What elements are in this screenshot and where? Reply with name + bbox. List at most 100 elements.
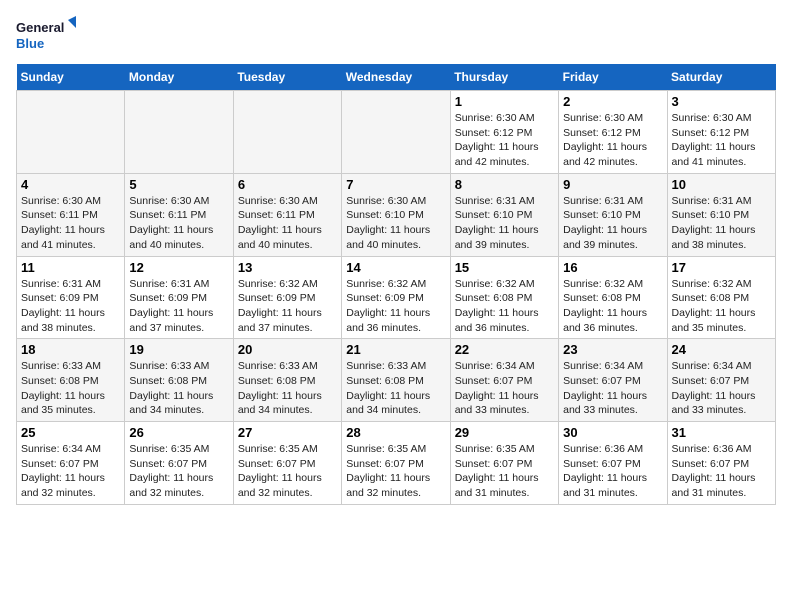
- day-number: 2: [563, 94, 662, 109]
- header-thursday: Thursday: [450, 64, 558, 91]
- day-info: Sunrise: 6:34 AMSunset: 6:07 PMDaylight:…: [563, 359, 662, 418]
- day-info: Sunrise: 6:31 AMSunset: 6:09 PMDaylight:…: [129, 277, 228, 336]
- day-info: Sunrise: 6:31 AMSunset: 6:10 PMDaylight:…: [563, 194, 662, 253]
- calendar-cell: 31 Sunrise: 6:36 AMSunset: 6:07 PMDayligh…: [667, 422, 775, 505]
- calendar-cell: 13 Sunrise: 6:32 AMSunset: 6:09 PMDayligh…: [233, 256, 341, 339]
- day-number: 22: [455, 342, 554, 357]
- day-info: Sunrise: 6:32 AMSunset: 6:08 PMDaylight:…: [563, 277, 662, 336]
- calendar-cell: 29Sunrise: 6:35 AMSunset: 6:07 PMDayligh…: [450, 422, 558, 505]
- calendar-cell: 30 Sunrise: 6:36 AMSunset: 6:07 PMDayligh…: [559, 422, 667, 505]
- day-number: 5: [129, 177, 228, 192]
- header-monday: Monday: [125, 64, 233, 91]
- calendar-cell: 14 Sunrise: 6:32 AMSunset: 6:09 PMDayligh…: [342, 256, 450, 339]
- day-info: Sunrise: 6:34 AMSunset: 6:07 PMDaylight:…: [21, 442, 120, 501]
- calendar-cell: 15 Sunrise: 6:32 AMSunset: 6:08 PMDayligh…: [450, 256, 558, 339]
- calendar-cell: 3 Sunrise: 6:30 AMSunset: 6:12 PMDaylight…: [667, 91, 775, 174]
- day-number: 24: [672, 342, 771, 357]
- calendar-cell: 17 Sunrise: 6:32 AMSunset: 6:08 PMDayligh…: [667, 256, 775, 339]
- day-info: Sunrise: 6:34 AMSunset: 6:07 PMDaylight:…: [455, 359, 554, 418]
- calendar-cell: 21 Sunrise: 6:33 AMSunset: 6:08 PMDayligh…: [342, 339, 450, 422]
- day-number: 31: [672, 425, 771, 440]
- day-number: 15: [455, 260, 554, 275]
- calendar-cell: 10 Sunrise: 6:31 AMSunset: 6:10 PMDayligh…: [667, 173, 775, 256]
- day-number: 12: [129, 260, 228, 275]
- day-info: Sunrise: 6:30 AMSunset: 6:11 PMDaylight:…: [129, 194, 228, 253]
- calendar-week-0: 1 Sunrise: 6:30 AMSunset: 6:12 PMDaylight…: [17, 91, 776, 174]
- logo: General Blue: [16, 16, 76, 52]
- calendar-cell: 19 Sunrise: 6:33 AMSunset: 6:08 PMDayligh…: [125, 339, 233, 422]
- day-info: Sunrise: 6:30 AMSunset: 6:11 PMDaylight:…: [238, 194, 337, 253]
- day-number: 13: [238, 260, 337, 275]
- day-number: 17: [672, 260, 771, 275]
- calendar-cell: 24 Sunrise: 6:34 AMSunset: 6:07 PMDayligh…: [667, 339, 775, 422]
- calendar-cell: 2 Sunrise: 6:30 AMSunset: 6:12 PMDaylight…: [559, 91, 667, 174]
- day-info: Sunrise: 6:35 AMSunset: 6:07 PMDaylight:…: [346, 442, 445, 501]
- calendar-cell: 1 Sunrise: 6:30 AMSunset: 6:12 PMDaylight…: [450, 91, 558, 174]
- calendar-cell: 6 Sunrise: 6:30 AMSunset: 6:11 PMDaylight…: [233, 173, 341, 256]
- calendar-header-row: SundayMondayTuesdayWednesdayThursdayFrid…: [17, 64, 776, 91]
- day-number: 11: [21, 260, 120, 275]
- day-number: 23: [563, 342, 662, 357]
- calendar-cell: 16 Sunrise: 6:32 AMSunset: 6:08 PMDayligh…: [559, 256, 667, 339]
- day-info: Sunrise: 6:36 AMSunset: 6:07 PMDaylight:…: [672, 442, 771, 501]
- day-number: 27: [238, 425, 337, 440]
- day-number: 8: [455, 177, 554, 192]
- day-info: Sunrise: 6:32 AMSunset: 6:08 PMDaylight:…: [672, 277, 771, 336]
- day-number: 1: [455, 94, 554, 109]
- day-info: Sunrise: 6:33 AMSunset: 6:08 PMDaylight:…: [346, 359, 445, 418]
- day-info: Sunrise: 6:30 AMSunset: 6:12 PMDaylight:…: [455, 111, 554, 170]
- calendar-cell: 9Sunrise: 6:31 AMSunset: 6:10 PMDaylight…: [559, 173, 667, 256]
- day-info: Sunrise: 6:33 AMSunset: 6:08 PMDaylight:…: [21, 359, 120, 418]
- day-number: 16: [563, 260, 662, 275]
- day-info: Sunrise: 6:32 AMSunset: 6:08 PMDaylight:…: [455, 277, 554, 336]
- calendar-cell: 8 Sunrise: 6:31 AMSunset: 6:10 PMDaylight…: [450, 173, 558, 256]
- day-number: 19: [129, 342, 228, 357]
- day-number: 4: [21, 177, 120, 192]
- day-info: Sunrise: 6:35 AMSunset: 6:07 PMDaylight:…: [238, 442, 337, 501]
- calendar-cell: 22 Sunrise: 6:34 AMSunset: 6:07 PMDayligh…: [450, 339, 558, 422]
- calendar-week-2: 11 Sunrise: 6:31 AMSunset: 6:09 PMDayligh…: [17, 256, 776, 339]
- day-info: Sunrise: 6:32 AMSunset: 6:09 PMDaylight:…: [238, 277, 337, 336]
- calendar-week-3: 18Sunrise: 6:33 AMSunset: 6:08 PMDayligh…: [17, 339, 776, 422]
- calendar-cell: 4Sunrise: 6:30 AMSunset: 6:11 PMDaylight…: [17, 173, 125, 256]
- day-info: Sunrise: 6:31 AMSunset: 6:10 PMDaylight:…: [455, 194, 554, 253]
- calendar-cell: [342, 91, 450, 174]
- day-number: 20: [238, 342, 337, 357]
- day-info: Sunrise: 6:30 AMSunset: 6:12 PMDaylight:…: [672, 111, 771, 170]
- day-info: Sunrise: 6:30 AMSunset: 6:10 PMDaylight:…: [346, 194, 445, 253]
- day-info: Sunrise: 6:35 AMSunset: 6:07 PMDaylight:…: [129, 442, 228, 501]
- calendar-cell: 26Sunrise: 6:35 AMSunset: 6:07 PMDayligh…: [125, 422, 233, 505]
- logo-svg: General Blue: [16, 16, 76, 52]
- day-number: 30: [563, 425, 662, 440]
- calendar-week-1: 4 Sunrise: 6:30 AMSunset: 6:11 PMDaylight…: [17, 173, 776, 256]
- calendar-cell: 5 Sunrise: 6:30 AMSunset: 6:11 PMDaylight…: [125, 173, 233, 256]
- calendar-cell: 25 Sunrise: 6:34 AMSunset: 6:07 PMDayligh…: [17, 422, 125, 505]
- calendar-cell: 28 Sunrise: 6:35 AMSunset: 6:07 PMDayligh…: [342, 422, 450, 505]
- day-number: 14: [346, 260, 445, 275]
- header-friday: Friday: [559, 64, 667, 91]
- day-number: 25: [21, 425, 120, 440]
- day-number: 6: [238, 177, 337, 192]
- day-info: Sunrise: 6:34 AMSunset: 6:07 PMDaylight:…: [672, 359, 771, 418]
- header-sunday: Sunday: [17, 64, 125, 91]
- day-info: Sunrise: 6:30 AMSunset: 6:12 PMDaylight:…: [563, 111, 662, 170]
- day-info: Sunrise: 6:31 AMSunset: 6:10 PMDaylight:…: [672, 194, 771, 253]
- calendar-cell: 27 Sunrise: 6:35 AMSunset: 6:07 PMDayligh…: [233, 422, 341, 505]
- day-info: Sunrise: 6:31 AMSunset: 6:09 PMDaylight:…: [21, 277, 120, 336]
- calendar-cell: [17, 91, 125, 174]
- calendar-cell: 11 Sunrise: 6:31 AMSunset: 6:09 PMDayligh…: [17, 256, 125, 339]
- calendar-cell: [233, 91, 341, 174]
- day-info: Sunrise: 6:33 AMSunset: 6:08 PMDaylight:…: [238, 359, 337, 418]
- day-info: Sunrise: 6:35 AMSunset: 6:07 PMDaylight:…: [455, 442, 554, 501]
- day-info: Sunrise: 6:36 AMSunset: 6:07 PMDaylight:…: [563, 442, 662, 501]
- day-info: Sunrise: 6:33 AMSunset: 6:08 PMDaylight:…: [129, 359, 228, 418]
- day-number: 28: [346, 425, 445, 440]
- calendar-table: SundayMondayTuesdayWednesdayThursdayFrid…: [16, 64, 776, 505]
- day-number: 21: [346, 342, 445, 357]
- day-info: Sunrise: 6:32 AMSunset: 6:09 PMDaylight:…: [346, 277, 445, 336]
- calendar-cell: 20 Sunrise: 6:33 AMSunset: 6:08 PMDayligh…: [233, 339, 341, 422]
- day-number: 10: [672, 177, 771, 192]
- day-number: 3: [672, 94, 771, 109]
- day-number: 7: [346, 177, 445, 192]
- header-wednesday: Wednesday: [342, 64, 450, 91]
